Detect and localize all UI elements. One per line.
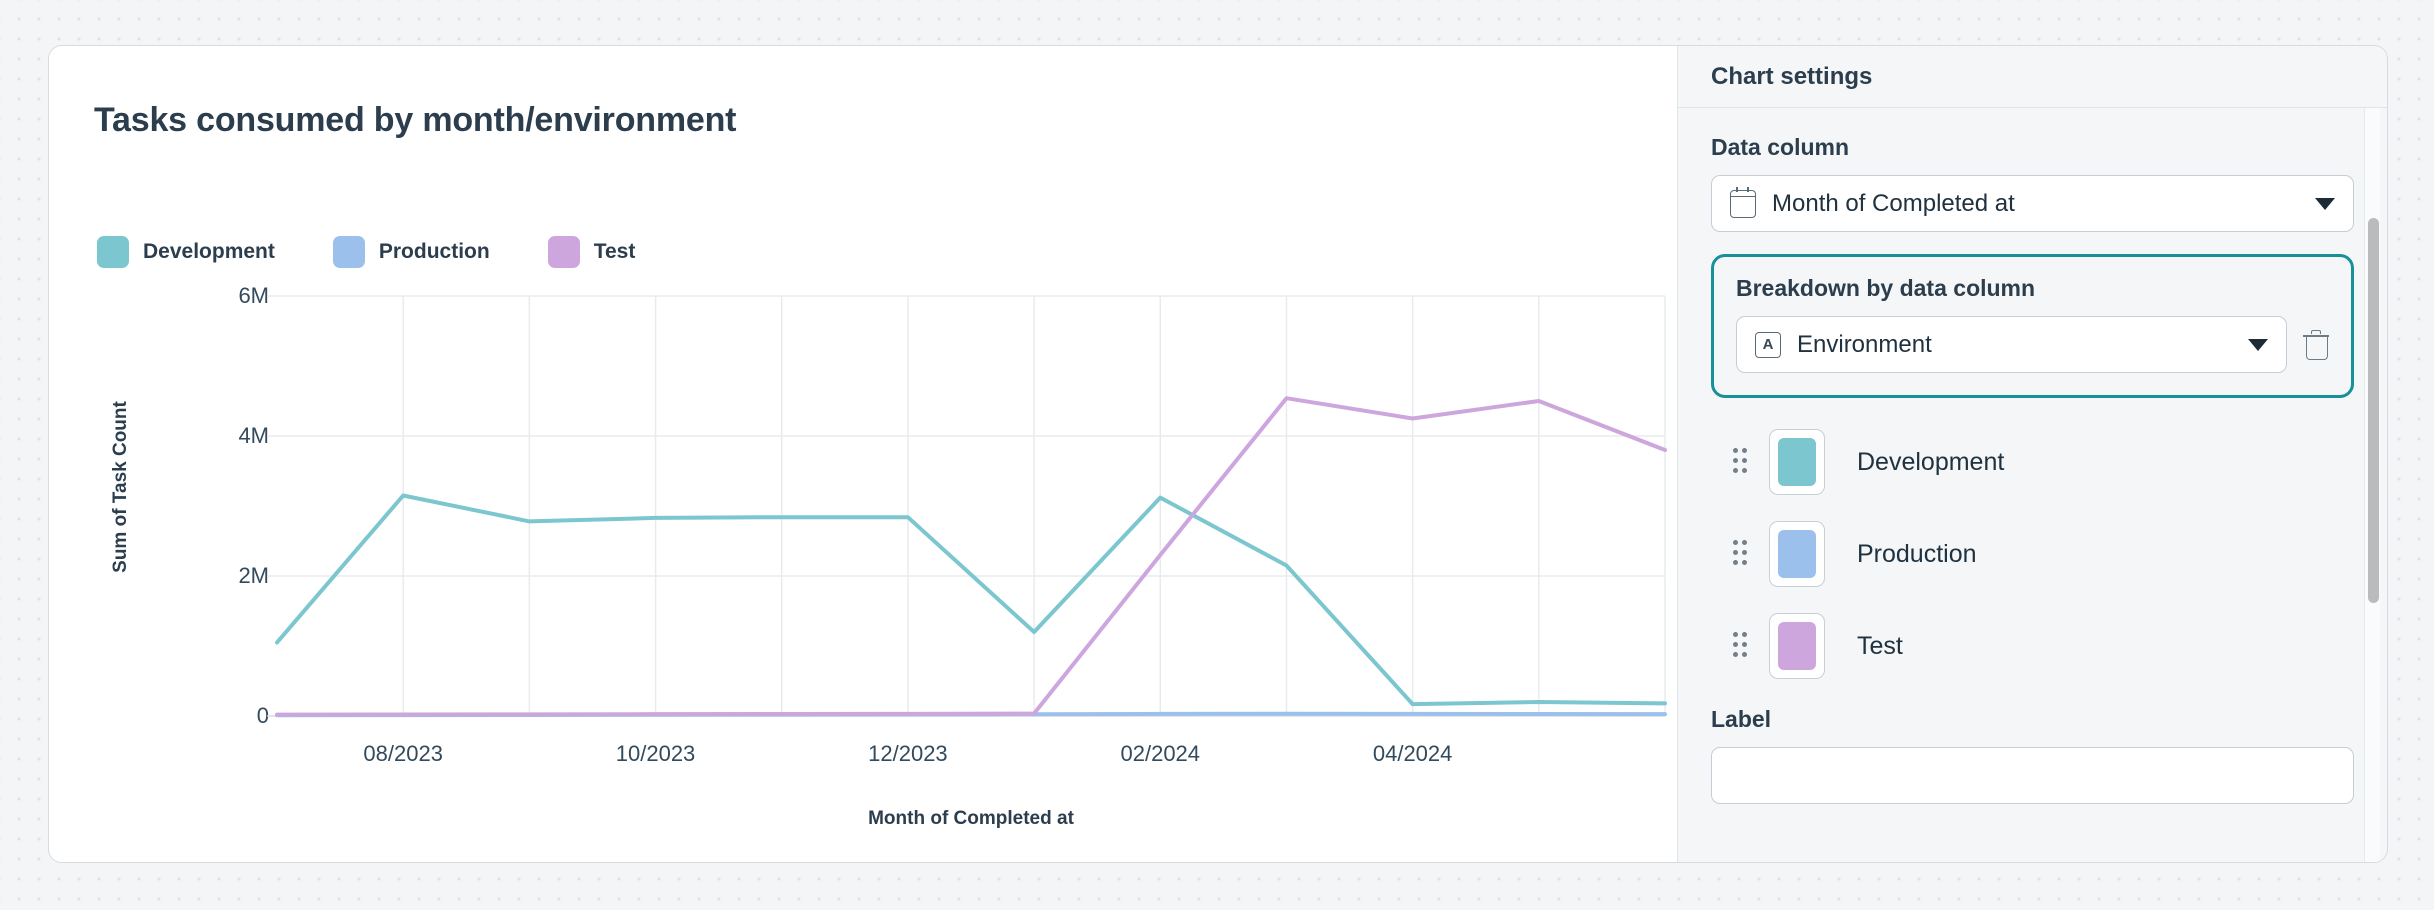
y-tick-label: 6M (169, 283, 269, 309)
plot-area: Sum of Task Count 02M4M6M 08/202310/2023… (49, 296, 1677, 776)
settings-body: Data column Month of Completed at Breakd… (1678, 108, 2387, 804)
text-type-icon: A (1755, 332, 1781, 358)
page-title: Tasks consumed by month/environment (94, 101, 736, 140)
series-list: Development Production Test (1711, 416, 2354, 692)
breakdown-value: Environment (1797, 331, 2248, 359)
series-item-label: Test (1857, 632, 1903, 661)
x-tick-label: 08/2023 (363, 741, 443, 767)
drag-handle-icon[interactable] (1733, 448, 1747, 476)
plot-canvas (277, 296, 1665, 716)
data-column-label: Data column (1711, 134, 2354, 161)
drag-handle-icon[interactable] (1733, 540, 1747, 568)
y-tick-label: 0 (169, 703, 269, 729)
color-swatch (1778, 530, 1816, 578)
legend-item[interactable]: Test (548, 236, 636, 268)
chart-pane: Tasks consumed by month/environment Deve… (49, 46, 1677, 862)
panel-scrollbar-track[interactable] (2364, 108, 2380, 862)
data-column-group: Data column Month of Completed at (1711, 134, 2354, 232)
y-axis-title: Sum of Task Count (110, 357, 132, 617)
series-item-label: Development (1857, 448, 2004, 477)
trash-icon[interactable] (2303, 330, 2329, 360)
series-line (277, 398, 1665, 714)
chart-legend: Development Production Test (97, 236, 693, 268)
data-column-select[interactable]: Month of Completed at (1711, 175, 2354, 232)
x-tick-label: 12/2023 (868, 741, 948, 767)
color-swatch-button[interactable] (1769, 429, 1825, 495)
color-swatch (1778, 622, 1816, 670)
x-axis-title: Month of Completed at (277, 808, 1665, 830)
color-swatch-button[interactable] (1769, 521, 1825, 587)
legend-swatch (548, 236, 580, 268)
settings-header: Chart settings (1678, 46, 2387, 108)
legend-item[interactable]: Development (97, 236, 275, 268)
chevron-down-icon (2315, 198, 2335, 210)
series-list-item[interactable]: Production (1711, 508, 2354, 600)
legend-swatch (97, 236, 129, 268)
chevron-down-icon (2248, 339, 2268, 351)
color-swatch (1778, 438, 1816, 486)
series-list-item[interactable]: Test (1711, 600, 2354, 692)
legend-item[interactable]: Production (333, 236, 490, 268)
drag-handle-icon[interactable] (1733, 632, 1747, 660)
legend-swatch (333, 236, 365, 268)
label-group: Label (1711, 706, 2354, 804)
x-tick-label: 04/2024 (1373, 741, 1453, 767)
x-tick-label: 02/2024 (1121, 741, 1201, 767)
calendar-icon (1730, 190, 1756, 218)
x-tick-label: 10/2023 (616, 741, 696, 767)
chart-settings-panel: Chart settings Data column Month of Comp… (1677, 46, 2387, 862)
y-axis-ticks: 02M4M6M (159, 296, 269, 716)
breakdown-row: A Environment (1736, 316, 2329, 373)
chart-card: Tasks consumed by month/environment Deve… (48, 45, 2388, 863)
legend-label: Production (379, 240, 490, 264)
y-tick-label: 2M (169, 563, 269, 589)
label-field-label: Label (1711, 706, 2354, 733)
breakdown-label: Breakdown by data column (1736, 275, 2329, 302)
legend-label: Development (143, 240, 275, 264)
data-column-value: Month of Completed at (1772, 190, 2315, 218)
color-swatch-button[interactable] (1769, 613, 1825, 679)
breakdown-group: Breakdown by data column A Environment (1711, 254, 2354, 398)
breakdown-select[interactable]: A Environment (1736, 316, 2287, 373)
series-list-item[interactable]: Development (1711, 416, 2354, 508)
panel-scrollbar-thumb[interactable] (2368, 218, 2379, 603)
series-line (277, 496, 1665, 705)
y-tick-label: 4M (169, 423, 269, 449)
series-item-label: Production (1857, 540, 1977, 569)
legend-label: Test (594, 240, 636, 264)
label-input[interactable] (1711, 747, 2354, 804)
